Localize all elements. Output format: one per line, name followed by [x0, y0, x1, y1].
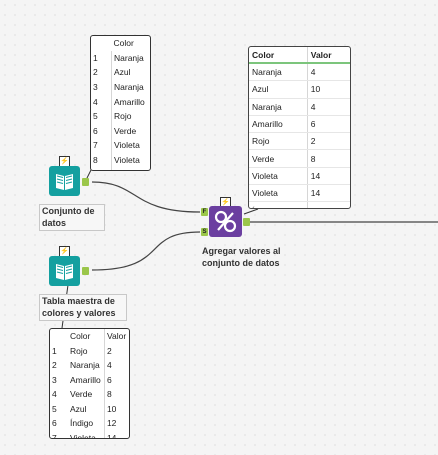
table-row: Azul 10: [249, 80, 350, 99]
column-header-value: Valor: [103, 329, 129, 344]
table-row: 6 Verde: [91, 123, 150, 139]
table-row: Naranja 4: [249, 63, 350, 82]
output-anchor[interactable]: [82, 178, 89, 186]
table-row: 6 Índigo 12: [50, 416, 129, 431]
input-anchor-s[interactable]: S: [201, 228, 208, 236]
join-tool[interactable]: [209, 206, 242, 237]
input-anchor-f[interactable]: F: [201, 208, 208, 216]
column-header-color: Color: [113, 38, 134, 49]
book-icon: [56, 264, 73, 280]
input-tool-dataset[interactable]: [49, 166, 80, 196]
grid-header-row: Color Valor: [50, 329, 129, 344]
table-row: 3 Naranja: [91, 79, 150, 95]
table-row: 3 Amarillo 6: [50, 372, 129, 387]
table-row: 5 Azul 10: [50, 401, 129, 416]
column-header-value: Valor: [306, 47, 350, 64]
tool-label-dataset: Conjunto de datos: [39, 204, 105, 231]
table-row: Amarillo 6: [249, 115, 350, 134]
table-row: 1 Rojo 2: [50, 343, 129, 358]
browse-grid-master-table[interactable]: Color Valor 1 Rojo 2 2 Naranja 4 3 Amarillo 6 …: [49, 328, 130, 439]
table-row: Violeta 14: [249, 184, 350, 203]
tool-label-join: Agregar valores al conjunto de datos: [202, 246, 281, 268]
column-header-color: Color: [70, 331, 91, 342]
join-icon: [214, 210, 237, 233]
wire-input2-join: [91, 231, 201, 271]
output-anchor[interactable]: [243, 218, 250, 226]
table-row: 9Índigo: [91, 167, 150, 170]
browse-pointer-2: [243, 208, 259, 215]
browse-grid-dataset[interactable]: Color 1 Naranja 2 Azul 3 Naranja 4 Amarillo …: [90, 35, 151, 171]
wire-input1-join: [91, 181, 201, 213]
grid-header-row: Color Valor: [249, 47, 350, 64]
tool-label-master-table: Tabla maestra de colores y valores: [39, 294, 127, 321]
grid-header-row: Color: [91, 36, 150, 51]
table-row: Rojo 2: [249, 132, 350, 151]
table-row: 2 Azul: [91, 65, 150, 80]
table-row: 4 Verde 8: [50, 387, 129, 402]
input-tool-master-table[interactable]: [49, 256, 80, 286]
table-row: 4 Amarillo: [91, 94, 150, 109]
output-anchor[interactable]: [82, 267, 89, 275]
book-icon: [56, 174, 73, 190]
table-row: 1 Naranja: [91, 50, 150, 66]
column-header-color: Color: [249, 47, 308, 64]
browse-grid-join-result[interactable]: Color Valor Naranja 4 Azul 10 Naranja 4 Ama…: [248, 46, 351, 209]
table-row: 7 Violeta: [91, 138, 150, 153]
table-row: 7 Violeta 14: [50, 430, 129, 438]
table-row: Índigo12: [249, 201, 350, 208]
table-row: Verde 8: [249, 149, 350, 168]
table-row: 8 Violeta: [91, 152, 150, 168]
table-row: 2 Naranja 4: [50, 358, 129, 373]
table-row: Naranja 4: [249, 98, 350, 116]
table-row: Violeta 14: [249, 167, 350, 186]
table-row: 5 Rojo: [91, 108, 150, 124]
